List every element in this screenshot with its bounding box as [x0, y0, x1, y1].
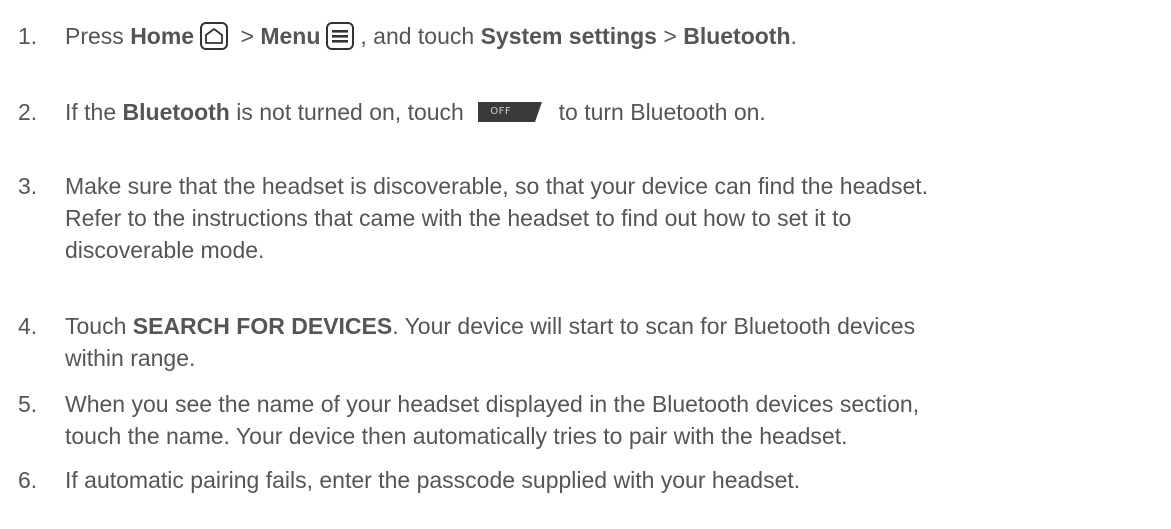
step-number: 1.: [18, 23, 38, 49]
step-number: 4.: [18, 313, 38, 339]
step-text: When you see the name of your headset di…: [65, 391, 920, 449]
step-text: Press Home > Menu, and touch System sett…: [65, 22, 797, 50]
system-settings-label: System settings: [480, 23, 657, 49]
step-number: 5.: [18, 391, 38, 417]
step-text: Touch SEARCH FOR DEVICES. Your device wi…: [65, 313, 916, 371]
bluetooth-label: Bluetooth: [683, 23, 791, 49]
menu-label: Menu: [260, 23, 321, 49]
step-number: 3.: [18, 173, 38, 199]
home-label: Home: [130, 23, 195, 49]
bluetooth-off-toggle: OFF: [478, 102, 543, 122]
step-text: Make sure that the headset is discoverab…: [65, 173, 929, 263]
home-icon: [200, 22, 229, 50]
step-text: If the Bluetooth is not turned on, touch…: [65, 99, 766, 125]
search-for-devices-label: SEARCH FOR DEVICES: [132, 313, 393, 339]
bluetooth-label: Bluetooth: [122, 99, 230, 125]
step-text: If automatic pairing fails, enter the pa…: [65, 467, 801, 493]
step-number: 2.: [18, 99, 38, 125]
menu-icon: [326, 22, 355, 50]
step-number: 6.: [18, 467, 38, 493]
